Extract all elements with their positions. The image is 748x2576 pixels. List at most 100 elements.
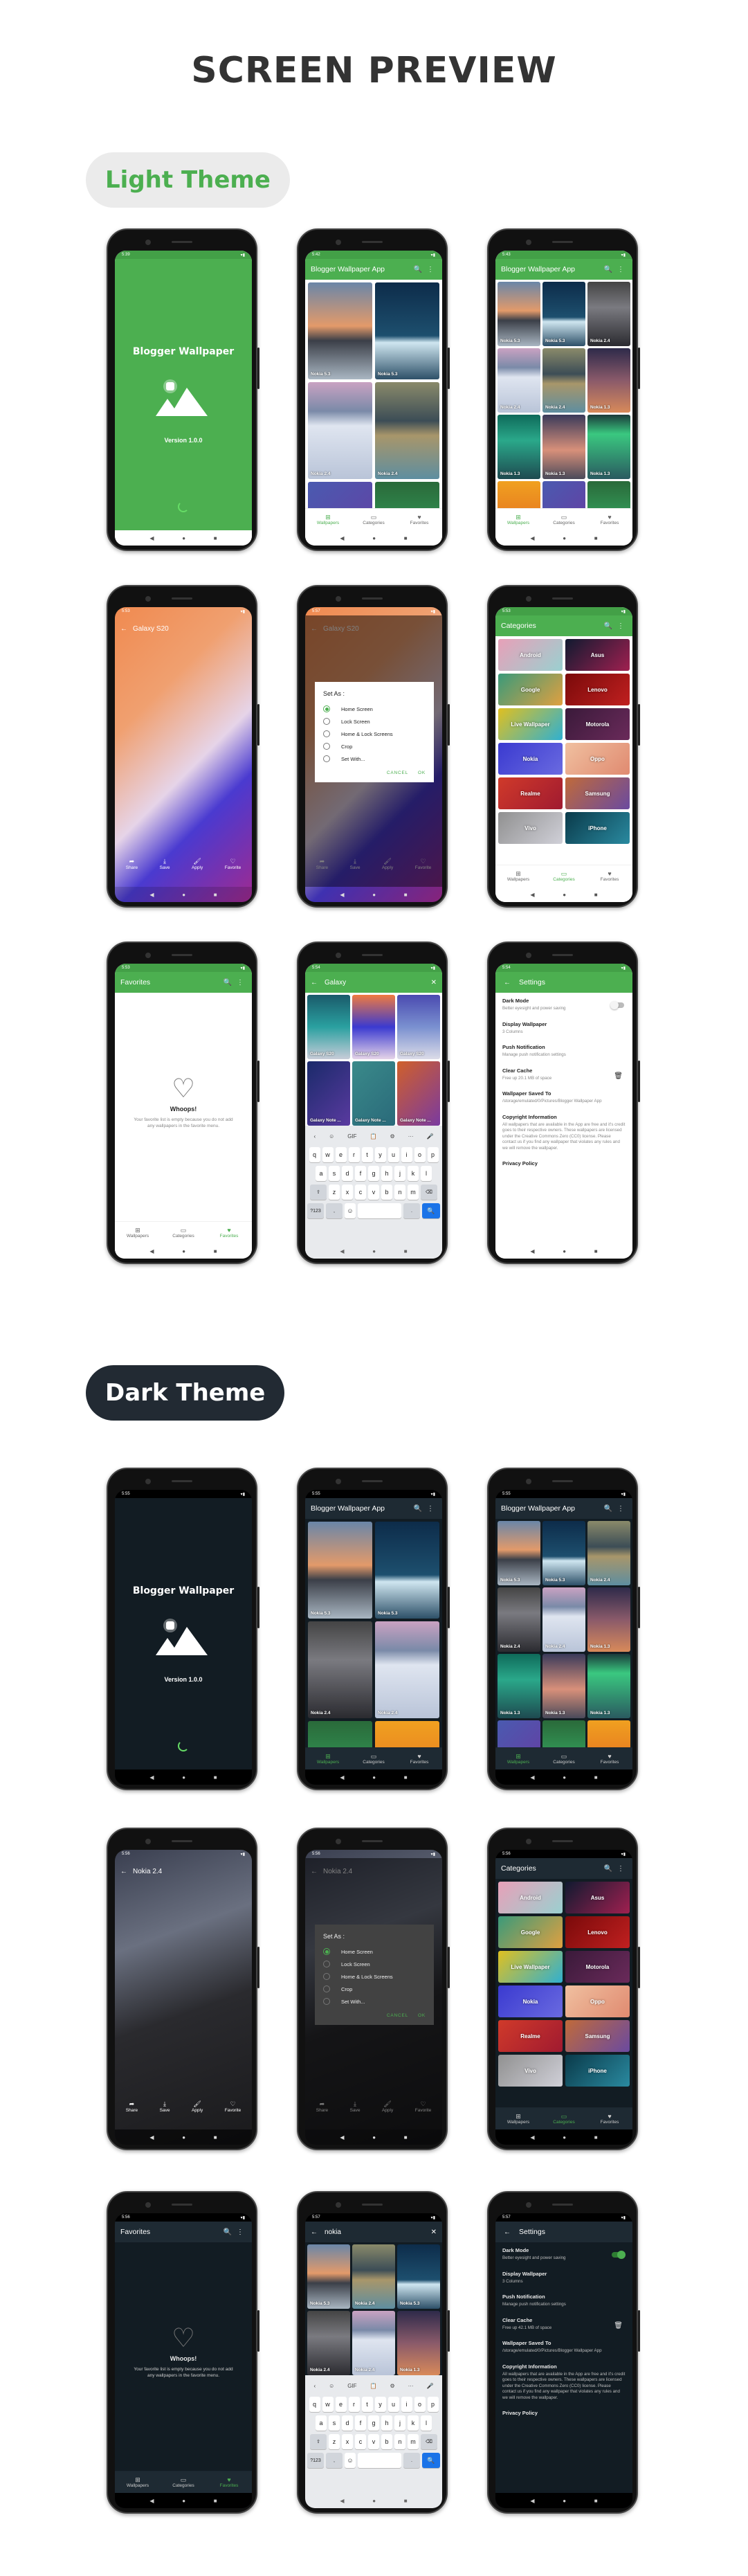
settings-item[interactable]: Wallpaper Saved To/storage/emulated/0/Pi… (495, 1086, 632, 1109)
key[interactable]: q (309, 1147, 320, 1162)
wallpaper-tile[interactable]: Nokia 5.3 (375, 1522, 439, 1619)
nav-home-icon[interactable]: ● (372, 535, 376, 541)
settings-item[interactable]: Clear Cache Free up 42.1 MB of space 🗑 (495, 2312, 632, 2336)
nav-recent-icon[interactable]: ■ (404, 535, 408, 541)
dialog-option[interactable]: Home & Lock Screens (323, 1970, 426, 1983)
back-icon[interactable]: ← (501, 979, 513, 987)
wallpaper-tile[interactable]: Galaxy S20 (352, 995, 395, 1059)
ok-button[interactable]: OK (418, 771, 426, 775)
radio-button[interactable] (323, 743, 330, 750)
wallpaper-tile[interactable]: Nokia 2.4 (542, 1587, 585, 1652)
nav-back-icon[interactable]: ◀ (149, 2498, 154, 2504)
key[interactable]: y (374, 1147, 386, 1162)
key[interactable]: 🔍 (422, 2453, 440, 2468)
dialog-option[interactable]: Crop (323, 1983, 426, 1995)
key[interactable]: b (381, 2434, 392, 2449)
key[interactable]: h (381, 1166, 392, 1181)
key[interactable]: g (368, 2415, 379, 2431)
wallpaper-tile[interactable]: Nokia 2.4 (308, 382, 372, 479)
nav-recent-icon[interactable]: ■ (404, 1248, 408, 1254)
bottom-nav-favorites[interactable]: ♥ Favorites (396, 1748, 442, 1769)
key[interactable]: d (342, 1166, 353, 1181)
category-tile[interactable]: Oppo (565, 743, 630, 775)
keyboard-tool[interactable]: ☺ (329, 2383, 334, 2389)
key[interactable]: u (387, 2397, 399, 2412)
wallpaper-tile[interactable]: Nokia 1.3 (542, 1654, 585, 1718)
wallpaper-tile[interactable]: Nokia 2.4 (352, 2244, 395, 2309)
category-tile[interactable]: Live Wallpaper (498, 708, 563, 740)
settings-item[interactable]: Display Wallpaper 3 Columns (495, 1016, 632, 1040)
nav-home-icon[interactable]: ● (182, 2498, 185, 2504)
dark-mode-toggle[interactable] (610, 1001, 624, 1009)
key[interactable]: x (342, 1185, 353, 1200)
bottom-nav-wallpapers[interactable]: ⊞ Wallpapers (115, 1222, 161, 1243)
key[interactable]: ☺ (345, 2453, 356, 2468)
search-icon[interactable]: 🔍 (602, 1505, 614, 1513)
dialog-option[interactable]: Lock Screen (323, 715, 426, 728)
dialog-option[interactable]: Set With... (323, 1995, 426, 2008)
wallpaper-tile[interactable]: Nokia 5.3 (307, 2244, 350, 2309)
nav-back-icon[interactable]: ◀ (149, 1774, 154, 1781)
nav-recent-icon[interactable]: ■ (404, 1774, 408, 1781)
key[interactable]: 🔍 (422, 1203, 440, 1218)
keyboard-tool[interactable]: ‹ (313, 1133, 316, 1140)
nav-back-icon[interactable]: ◀ (149, 2134, 154, 2141)
radio-button[interactable] (323, 718, 330, 725)
nav-recent-icon[interactable]: ■ (404, 2498, 408, 2504)
settings-item[interactable]: Privacy Policy (495, 1155, 632, 1173)
wallpaper-tile[interactable]: Galaxy Note ... (352, 1061, 395, 1126)
wallpaper-tile[interactable]: Nokia 2.4 (587, 1521, 630, 1585)
nav-recent-icon[interactable]: ■ (214, 2498, 217, 2504)
action-save-button[interactable]: ⤓Save (160, 858, 170, 870)
key[interactable]: m (408, 1185, 419, 1200)
bottom-nav-favorites[interactable]: ♥ Favorites (587, 1748, 632, 1769)
settings-item[interactable]: Dark Mode Better eyesight and power savin… (495, 993, 632, 1016)
trash-icon[interactable]: 🗑 (614, 2322, 623, 2330)
trash-icon[interactable]: 🗑 (614, 1072, 623, 1080)
nav-recent-icon[interactable]: ■ (214, 892, 217, 898)
bottom-nav-favorites[interactable]: ♥ Favorites (587, 2108, 632, 2129)
radio-button[interactable] (323, 1985, 330, 1992)
key[interactable]: ?123 (307, 2453, 324, 2468)
bottom-nav-categories[interactable]: ▭ Categories (351, 1748, 396, 1769)
nav-recent-icon[interactable]: ■ (594, 892, 598, 898)
more-icon[interactable]: ⋮ (614, 1865, 627, 1873)
wallpaper-tile[interactable] (308, 482, 372, 508)
dark-mode-toggle[interactable] (612, 2251, 626, 2259)
key[interactable]: f (355, 1166, 366, 1181)
nav-home-icon[interactable]: ● (182, 892, 185, 898)
wallpaper-tile[interactable]: Galaxy Note ... (397, 1061, 440, 1126)
more-icon[interactable]: ⋮ (614, 1505, 627, 1513)
category-tile[interactable]: iPhone (565, 812, 630, 844)
wallpaper-tile[interactable]: Nokia 2.4 (587, 282, 630, 346)
key[interactable]: k (408, 1166, 419, 1181)
bottom-nav-wallpapers[interactable]: ⊞ Wallpapers (495, 509, 541, 530)
wallpaper-tile[interactable]: Nokia 2.4 (375, 382, 439, 479)
key[interactable]: a (316, 2415, 327, 2431)
keyboard-tool[interactable]: 🎤 (427, 1133, 434, 1140)
key[interactable]: ⌫ (421, 1185, 437, 1200)
nav-recent-icon[interactable]: ■ (594, 2134, 598, 2141)
nav-recent-icon[interactable]: ■ (594, 1774, 598, 1781)
dialog-option[interactable]: Set With... (323, 753, 426, 765)
key[interactable]: z (329, 2434, 340, 2449)
key[interactable]: w (322, 1147, 334, 1162)
wallpaper-tile[interactable]: Nokia 5.3 (375, 282, 439, 379)
category-tile[interactable]: Nokia (498, 1985, 563, 2017)
wallpaper-tile[interactable] (542, 1720, 585, 1747)
wallpaper-tile[interactable]: Nokia 1.3 (498, 415, 540, 479)
radio-button[interactable] (323, 705, 330, 712)
settings-item[interactable]: Wallpaper Saved To/storage/emulated/0/Pi… (495, 2335, 632, 2359)
settings-item[interactable]: Dark Mode Better eyesight and power savin… (495, 2242, 632, 2266)
key[interactable]: i (401, 2397, 412, 2412)
nav-home-icon[interactable]: ● (563, 1774, 566, 1781)
category-tile[interactable]: Live Wallpaper (498, 1951, 563, 1983)
wallpaper-tile[interactable]: Galaxy S20 (307, 995, 350, 1059)
key[interactable]: q (309, 2397, 320, 2412)
key[interactable]: y (374, 2397, 386, 2412)
key[interactable]: s (329, 1166, 340, 1181)
key[interactable]: ⇧ (310, 2434, 327, 2449)
key[interactable]: a (316, 1166, 327, 1181)
nav-back-icon[interactable]: ◀ (530, 535, 534, 541)
bottom-nav-categories[interactable]: ▭ Categories (161, 1222, 206, 1243)
